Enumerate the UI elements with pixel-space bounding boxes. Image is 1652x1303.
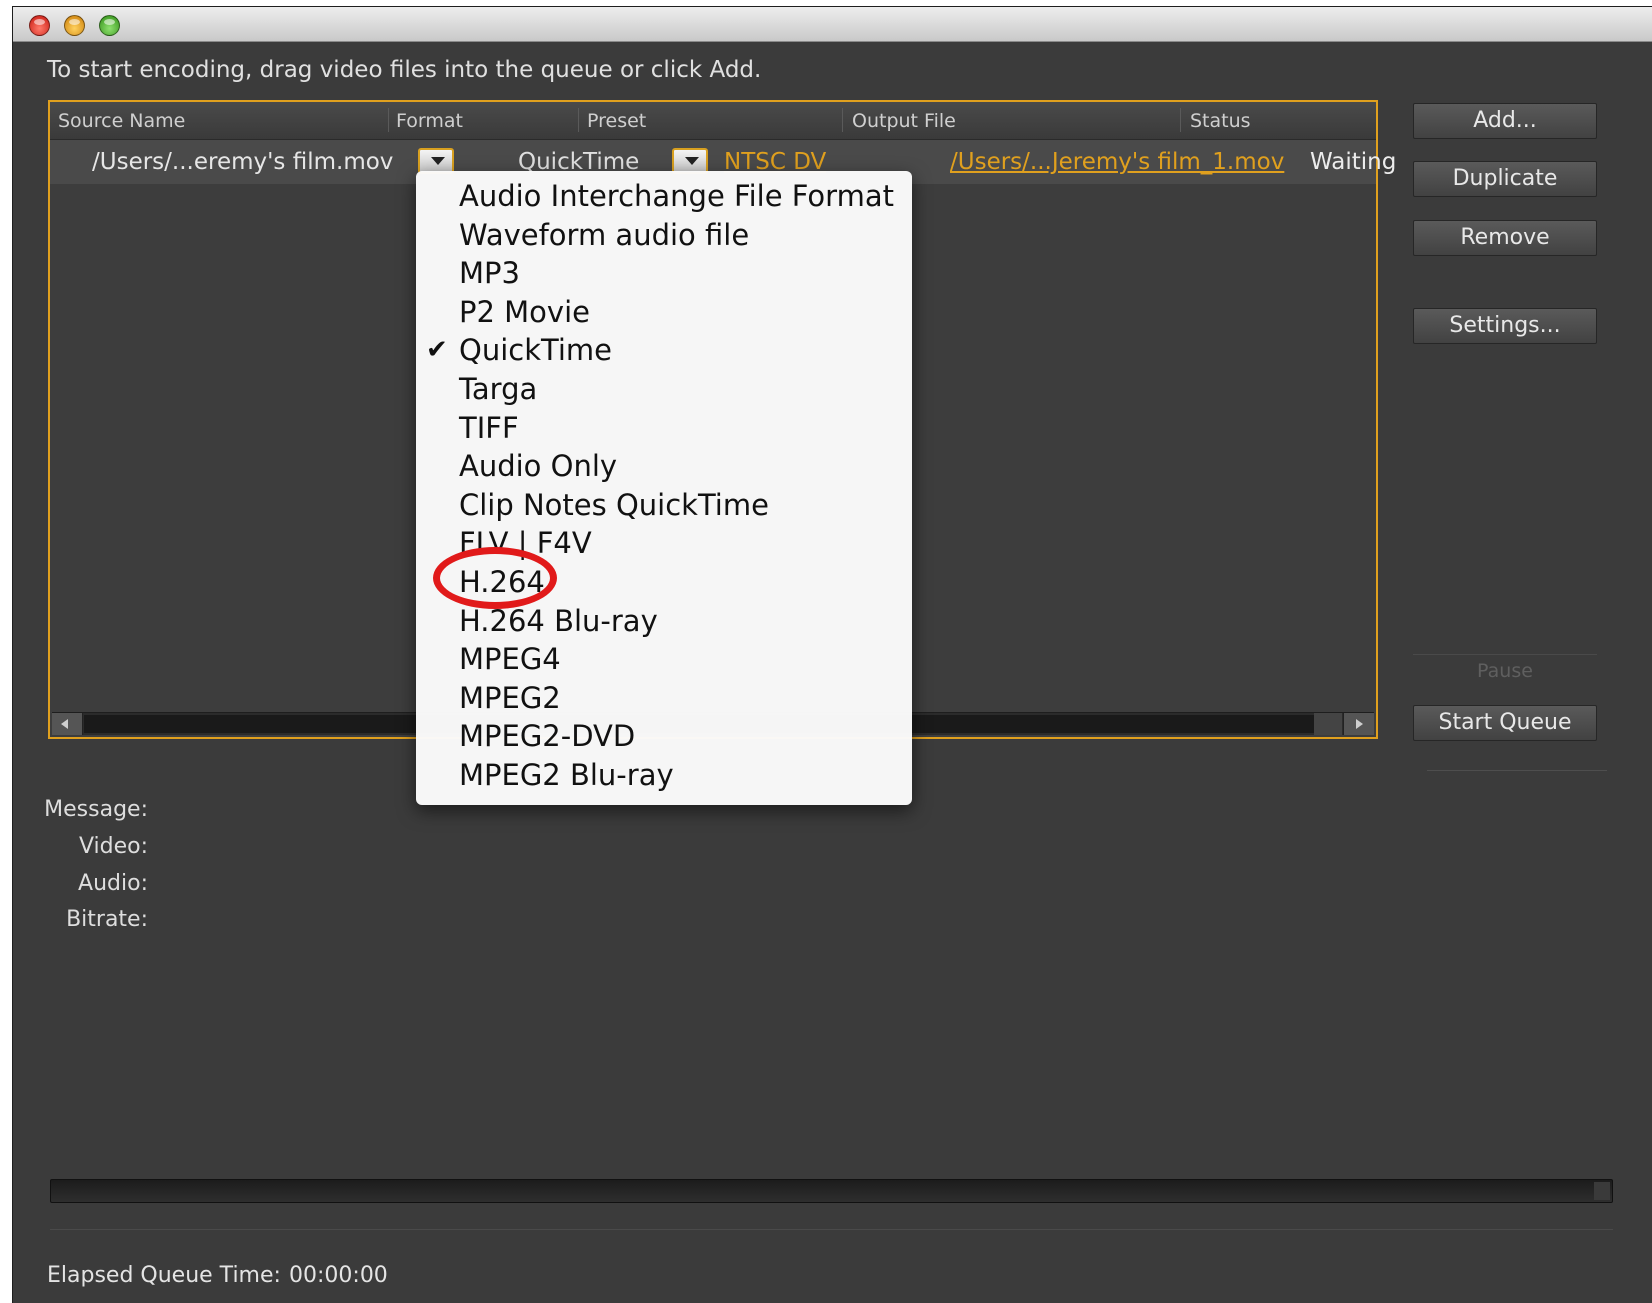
menu-item-label: QuickTime: [459, 333, 612, 368]
column-output-file[interactable]: Output File: [852, 110, 956, 132]
menu-item-audio-only[interactable]: Audio Only: [416, 447, 912, 486]
title-bar: [13, 7, 1652, 42]
scroll-thumb[interactable]: [1314, 713, 1342, 735]
elapsed-time-label: Elapsed Queue Time:: [47, 1263, 281, 1288]
menu-item-tiff[interactable]: TIFF: [416, 409, 912, 448]
column-divider: [388, 108, 389, 132]
h264-highlight-circle: [433, 547, 557, 609]
add-button[interactable]: Add...: [1413, 103, 1597, 139]
pause-button: Pause: [1413, 654, 1597, 687]
instruction-text: To start encoding, drag video files into…: [47, 57, 762, 83]
minimize-window-icon[interactable]: [64, 15, 85, 36]
scroll-right-arrow-icon[interactable]: [1343, 713, 1374, 735]
output-file-link[interactable]: /Users/...Jeremy's film_1.mov: [950, 149, 1284, 175]
menu-item-mpeg2-blu-ray[interactable]: MPEG2 Blu-ray: [416, 756, 912, 795]
menu-item-mpeg2-dvd[interactable]: MPEG2-DVD: [416, 717, 912, 756]
queue-header: Source Name Format Preset Output File St…: [50, 102, 1376, 140]
divider: [50, 1229, 1613, 1230]
message-label: Message:: [44, 797, 148, 822]
menu-item-wav[interactable]: Waveform audio file: [416, 216, 912, 255]
start-queue-button[interactable]: Start Queue: [1413, 705, 1597, 741]
duplicate-button[interactable]: Duplicate: [1413, 161, 1597, 197]
scroll-left-arrow-icon[interactable]: [52, 713, 83, 735]
format-dropdown-menu[interactable]: Audio Interchange File Format Waveform a…: [416, 171, 912, 805]
menu-item-quicktime[interactable]: ✔ QuickTime: [416, 331, 912, 370]
elapsed-time-value: 00:00:00: [289, 1263, 388, 1288]
menu-item-mpeg2[interactable]: MPEG2: [416, 679, 912, 718]
video-label: Video:: [78, 834, 148, 859]
menu-item-mpeg4[interactable]: MPEG4: [416, 640, 912, 679]
remove-button[interactable]: Remove: [1413, 220, 1597, 256]
divider: [1427, 770, 1607, 771]
progress-bar-end: [1594, 1182, 1610, 1200]
menu-item-mp3[interactable]: MP3: [416, 254, 912, 293]
status-cell: Waiting: [1310, 149, 1397, 175]
zoom-window-icon[interactable]: [99, 15, 120, 36]
menu-item-targa[interactable]: Targa: [416, 370, 912, 409]
settings-button[interactable]: Settings...: [1413, 308, 1597, 344]
column-divider: [1180, 108, 1181, 132]
column-status[interactable]: Status: [1190, 110, 1251, 132]
checkmark-icon: ✔: [426, 335, 448, 366]
column-source-name[interactable]: Source Name: [58, 110, 185, 132]
menu-item-clip-notes-quicktime[interactable]: Clip Notes QuickTime: [416, 486, 912, 525]
audio-label: Audio:: [78, 871, 148, 896]
column-preset[interactable]: Preset: [587, 110, 646, 132]
column-format[interactable]: Format: [396, 110, 463, 132]
encoding-progress-bar: [50, 1179, 1613, 1203]
source-name-cell: /Users/...eremy's film.mov: [92, 149, 394, 175]
menu-item-aiff[interactable]: Audio Interchange File Format: [416, 177, 912, 216]
column-divider: [842, 108, 843, 132]
menu-item-p2-movie[interactable]: P2 Movie: [416, 293, 912, 332]
column-divider: [578, 108, 579, 132]
close-window-icon[interactable]: [29, 15, 50, 36]
bitrate-label: Bitrate:: [66, 907, 148, 932]
